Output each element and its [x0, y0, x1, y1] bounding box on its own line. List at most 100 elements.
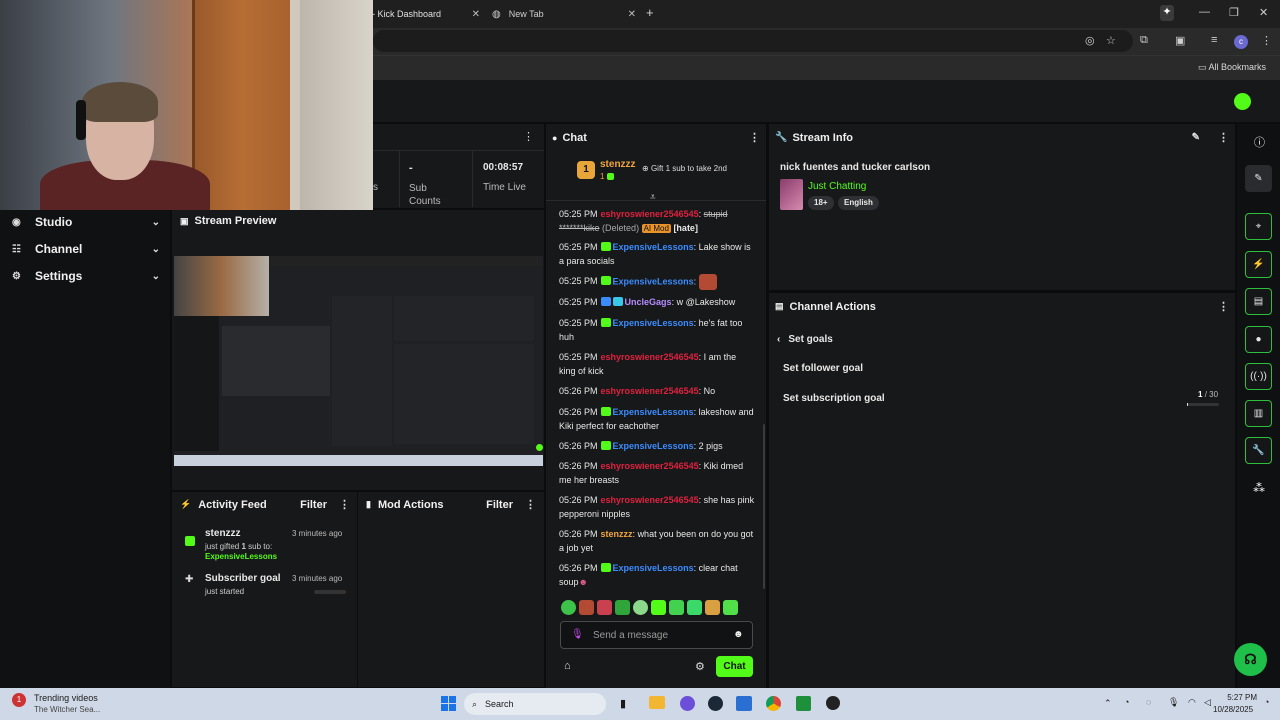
- quick-actions-button[interactable]: ⚡: [1245, 251, 1272, 278]
- emoji-icon[interactable]: ☻: [733, 629, 744, 640]
- microphone-icon[interactable]: 🎙: [1168, 697, 1179, 708]
- support-chat-button[interactable]: ☊: [1234, 643, 1267, 676]
- chevron-left-icon: ‹: [777, 334, 781, 345]
- share-icon[interactable]: ⁂: [1253, 481, 1265, 495]
- edit-tool-button[interactable]: ✎: [1245, 165, 1272, 192]
- excel-icon[interactable]: [796, 696, 811, 711]
- collapse-icon[interactable]: ⩡: [650, 192, 656, 203]
- steam-icon[interactable]: [708, 696, 723, 711]
- chat-tool-button[interactable]: ●: [1245, 326, 1272, 353]
- all-bookmarks-button[interactable]: ▭ All Bookmarks: [1198, 62, 1266, 73]
- chat-message: 05:26 PM stenzzz: what you been on do you…: [559, 529, 754, 553]
- minimize-icon[interactable]: —: [1199, 6, 1210, 18]
- chrome-icon[interactable]: [766, 696, 781, 711]
- extensions-icon[interactable]: ⧉: [1140, 34, 1148, 47]
- emote-button[interactable]: [615, 600, 630, 615]
- emote-button[interactable]: [651, 600, 666, 615]
- emote-button[interactable]: [597, 600, 612, 615]
- menu-dots-icon[interactable]: ⋮: [749, 131, 760, 144]
- filter-button[interactable]: Filter: [300, 499, 327, 511]
- windows-start-icon[interactable]: [441, 696, 456, 711]
- store-icon[interactable]: ⌂: [564, 660, 571, 672]
- tray-icon[interactable]: ◔: [1124, 697, 1129, 707]
- gift-sub-cta[interactable]: ⊕ Gift 1 sub to take 2nd: [642, 164, 727, 173]
- layout-button[interactable]: ▥: [1245, 400, 1272, 427]
- profile-avatar[interactable]: c: [1234, 35, 1248, 49]
- sidepanel-icon[interactable]: ▣: [1175, 34, 1185, 47]
- window-close-icon[interactable]: ✕: [1259, 6, 1268, 19]
- star-icon[interactable]: ☆: [1106, 34, 1116, 47]
- tab-close-icon[interactable]: ✕: [472, 9, 480, 20]
- goal-progress-bar: [314, 590, 346, 594]
- microphone-icon[interactable]: 🎙: [571, 629, 584, 640]
- tray-icon[interactable]: ◌: [1146, 697, 1151, 707]
- menu-dots-icon[interactable]: ⋮: [1218, 131, 1229, 144]
- emote-button[interactable]: [669, 600, 684, 615]
- sidebar-item-studio[interactable]: ◉ Studio ⌄: [12, 215, 160, 229]
- filter-button[interactable]: Filter: [486, 499, 513, 511]
- stream-title: nick fuentes and tucker carlson: [780, 162, 931, 173]
- tab-kick-dashboard[interactable]: - Kick Dashboard ✕: [372, 4, 480, 24]
- screen-capture-button[interactable]: ⌖: [1245, 213, 1272, 240]
- maximize-icon[interactable]: ❐: [1229, 6, 1239, 19]
- broadcast-icon: ((·)): [1250, 371, 1267, 382]
- sidebar-item-channel[interactable]: ☷ Channel ⌄: [12, 242, 160, 256]
- tag-badge: English: [838, 196, 879, 210]
- stream-preview-video[interactable]: [174, 256, 543, 466]
- top-gifter-name[interactable]: stenzzz: [600, 159, 636, 170]
- gear-icon[interactable]: ⚙: [695, 660, 705, 673]
- menu-dots-icon[interactable]: ⋮: [1261, 34, 1272, 47]
- menu-dots-icon[interactable]: ⋮: [523, 130, 534, 143]
- edit-icon[interactable]: ✎: [1192, 132, 1200, 143]
- clock-date[interactable]: 10/28/2025: [1213, 705, 1253, 714]
- tab-new-tab[interactable]: ◍ New Tab ✕: [488, 4, 636, 24]
- discord-icon[interactable]: [680, 696, 695, 711]
- menu-dots-icon[interactable]: ⋮: [339, 498, 350, 511]
- broadcast-button[interactable]: ((·)): [1245, 363, 1272, 390]
- webcam-overlay: [0, 0, 373, 210]
- folder-icon[interactable]: [649, 696, 665, 709]
- taskbar-search[interactable]: ⌕ Search: [464, 693, 606, 715]
- set-subscription-goal-button[interactable]: Set subscription goal: [783, 393, 885, 404]
- back-button[interactable]: ‹ Set goals: [777, 334, 833, 345]
- chat-input[interactable]: 🎙 Send a message ☻: [560, 621, 753, 649]
- obs-icon[interactable]: [826, 696, 840, 710]
- notes-button[interactable]: ▤: [1245, 288, 1272, 315]
- chat-message: 05:25 PM UncleGags: w @Lakeshow: [559, 297, 736, 307]
- category-link[interactable]: Just Chatting: [808, 181, 866, 192]
- emote-button[interactable]: [687, 600, 702, 615]
- url-input[interactable]: [373, 30, 1133, 52]
- new-tab-icon[interactable]: +: [646, 5, 654, 20]
- volume-icon[interactable]: ◁: [1204, 697, 1211, 708]
- emote-button[interactable]: [561, 600, 576, 615]
- headset-icon: ☊: [1244, 651, 1257, 667]
- emote-button[interactable]: [633, 600, 648, 615]
- media-icon[interactable]: ≡: [1211, 34, 1217, 46]
- chat-scrollbar[interactable]: [763, 424, 765, 589]
- menu-dots-icon[interactable]: ⋮: [1218, 300, 1229, 313]
- chevron-up-icon[interactable]: ⌃: [1104, 698, 1112, 709]
- gemini-icon[interactable]: ✦: [1160, 5, 1174, 21]
- news-icon[interactable]: 1: [12, 693, 26, 707]
- file-explorer-icon[interactable]: ▮: [620, 697, 626, 710]
- emote-button[interactable]: [723, 600, 738, 615]
- kick-logo-icon[interactable]: [1234, 93, 1251, 110]
- emote-button[interactable]: [705, 600, 720, 615]
- activity-detail: just gifted 1 sub to:: [205, 542, 273, 551]
- notification-icon[interactable]: ◔: [1264, 697, 1269, 707]
- clock-time[interactable]: 5:27 PM: [1225, 693, 1257, 702]
- info-icon[interactable]: ⓘ: [1254, 134, 1265, 150]
- sidebar-item-settings[interactable]: ⚙ Settings ⌄: [12, 269, 160, 283]
- menu-dots-icon[interactable]: ⋮: [525, 498, 536, 511]
- emote-image: [698, 274, 717, 290]
- app-icon[interactable]: [736, 696, 752, 711]
- send-chat-button[interactable]: Chat: [716, 656, 753, 677]
- settings-tool-button[interactable]: 🔧: [1245, 437, 1272, 464]
- wifi-icon[interactable]: ◠: [1188, 697, 1196, 708]
- set-follower-goal-button[interactable]: Set follower goal: [783, 363, 863, 374]
- emote-button[interactable]: [579, 600, 594, 615]
- eye-off-icon[interactable]: ◎: [1085, 34, 1095, 47]
- tab-close-icon[interactable]: ✕: [628, 9, 636, 20]
- news-title[interactable]: Trending videos: [34, 693, 98, 703]
- activity-feed-title: Activity Feed: [198, 498, 267, 511]
